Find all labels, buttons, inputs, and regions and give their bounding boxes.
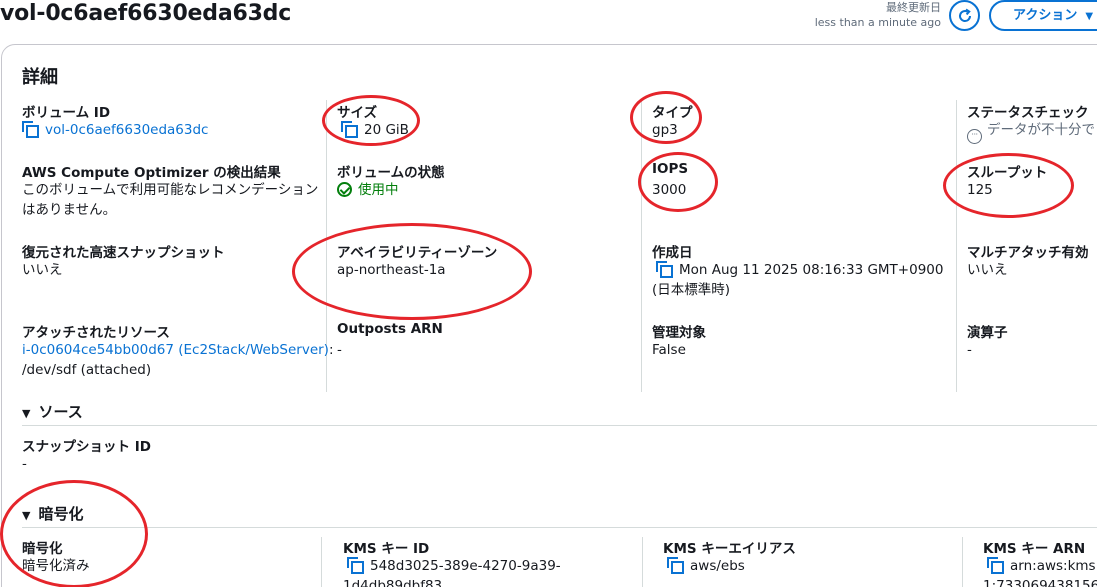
kms-key-id-value: 548d3025-389e-4270-9a39- (347, 556, 561, 576)
status-check-value: ··· データが不十分で (967, 120, 1095, 144)
outposts-value: - (337, 342, 342, 358)
throughput-value: 125 (967, 182, 993, 198)
source-expander[interactable]: ▼ ソース (22, 401, 83, 422)
kms-arn-value: arn:aws:kms:a (987, 556, 1097, 576)
last-updated: 最終更新日 less than a minute ago (815, 0, 941, 30)
volume-id-text: vol-0c6aef6630eda63dc (45, 122, 209, 138)
iops-value: 3000 (652, 182, 687, 198)
details-title: 詳細 (22, 67, 58, 88)
az-label: アベイラビリティーゾーン (337, 245, 498, 261)
operator-value: - (967, 342, 972, 358)
copy-icon[interactable] (347, 557, 364, 574)
optimizer-label: AWS Compute Optimizer の検出結果 (22, 165, 281, 181)
size-text: 20 GiB (364, 122, 409, 138)
refresh-icon (958, 8, 971, 22)
column-divider (956, 100, 957, 392)
kms-arn-value-cont: 1:733069438156: (983, 578, 1097, 587)
type-value: gp3 (652, 122, 678, 138)
encryption-expander[interactable]: ▼ 暗号化 (22, 503, 83, 524)
created-value: Mon Aug 11 2025 08:16:33 GMT+0900 (656, 260, 943, 280)
attached-suffix: : (328, 342, 334, 358)
actions-button[interactable]: アクション ▼ (989, 0, 1097, 31)
az-value: ap-northeast-1a (337, 262, 446, 278)
kms-alias-label: KMS キーエイリアス (663, 541, 796, 557)
kms-arn-text: arn:aws:kms:a (1010, 558, 1097, 574)
volume-state-text: 使用中 (358, 182, 399, 198)
success-check-icon (337, 182, 352, 197)
created-text: Mon Aug 11 2025 08:16:33 GMT+0900 (679, 262, 944, 278)
attached-device: /dev/sdf (attached) (22, 362, 152, 378)
managed-label: 管理対象 (652, 325, 706, 341)
copy-icon[interactable] (987, 557, 1004, 574)
page-title: vol-0c6aef6630eda63dc (0, 1, 292, 26)
kms-key-id-label: KMS キー ID (343, 541, 430, 557)
size-value: 20 GiB (341, 120, 409, 140)
multi-attach-value: いいえ (967, 262, 1008, 278)
throughput-label: スループット (967, 165, 1048, 181)
encryption-value: 暗号化済み (22, 558, 90, 574)
divider (22, 425, 1097, 426)
last-updated-value: less than a minute ago (814, 16, 941, 29)
kms-arn-label: KMS キー ARN (983, 541, 1086, 557)
status-check-text: データが不十分で (987, 122, 1095, 138)
status-check-label: ステータスチェック (967, 105, 1089, 121)
attached-resources-value: i-0c0604ce54bb00d67 (Ec2Stack/WebServer)… (22, 340, 334, 360)
created-label: 作成日 (652, 245, 693, 261)
copy-icon[interactable] (667, 557, 684, 574)
type-label: タイプ (652, 105, 693, 121)
kms-key-id-value-cont: 1d4db89dbf83 (343, 578, 443, 587)
operator-label: 演算子 (967, 325, 1008, 341)
pending-icon: ··· (967, 129, 982, 144)
managed-value: False (652, 342, 686, 358)
encryption-title: 暗号化 (38, 505, 84, 523)
attached-resources-label: アタッチされたリソース (22, 325, 170, 341)
kms-key-id-text: 548d3025-389e-4270-9a39- (370, 558, 561, 574)
created-timezone: (日本標準時) (652, 282, 731, 298)
encryption-label: 暗号化 (22, 541, 63, 557)
column-divider (321, 537, 322, 587)
copy-icon[interactable] (656, 261, 673, 278)
divider (22, 527, 1097, 528)
volume-state-label: ボリュームの状態 (337, 165, 445, 181)
copy-icon[interactable] (22, 121, 39, 138)
outposts-label: Outposts ARN (337, 321, 443, 337)
kms-alias-text: aws/ebs (690, 558, 745, 574)
fast-snapshot-label: 復元された高速スナップショット (22, 245, 225, 261)
kms-alias-value: aws/ebs (667, 556, 745, 576)
copy-icon[interactable] (341, 121, 358, 138)
source-title: ソース (38, 403, 83, 421)
column-divider (642, 537, 643, 587)
volume-id-value[interactable]: vol-0c6aef6630eda63dc (22, 120, 208, 140)
caret-down-icon: ▼ (22, 407, 31, 420)
column-divider (641, 100, 642, 392)
optimizer-value: このボリュームで利用可能なレコメンデーションはありません。 (22, 182, 319, 218)
refresh-button[interactable] (949, 0, 980, 31)
multi-attach-label: マルチアタッチ有効 (967, 245, 1089, 261)
instance-link[interactable]: i-0c0604ce54bb00d67 (Ec2Stack/WebServer) (22, 342, 329, 358)
snapshot-id-value: - (22, 456, 27, 472)
column-divider (962, 537, 963, 587)
snapshot-id-label: スナップショット ID (22, 439, 151, 455)
volume-id-label: ボリューム ID (22, 105, 111, 121)
size-label: サイズ (337, 105, 378, 121)
last-updated-label: 最終更新日 (886, 1, 941, 14)
caret-down-icon: ▼ (1085, 11, 1094, 22)
fast-snapshot-value: いいえ (22, 262, 63, 278)
iops-label: IOPS (652, 161, 689, 177)
volume-state-value: 使用中 (337, 180, 399, 200)
actions-button-label: アクション (1013, 8, 1078, 23)
caret-down-icon: ▼ (22, 509, 31, 522)
